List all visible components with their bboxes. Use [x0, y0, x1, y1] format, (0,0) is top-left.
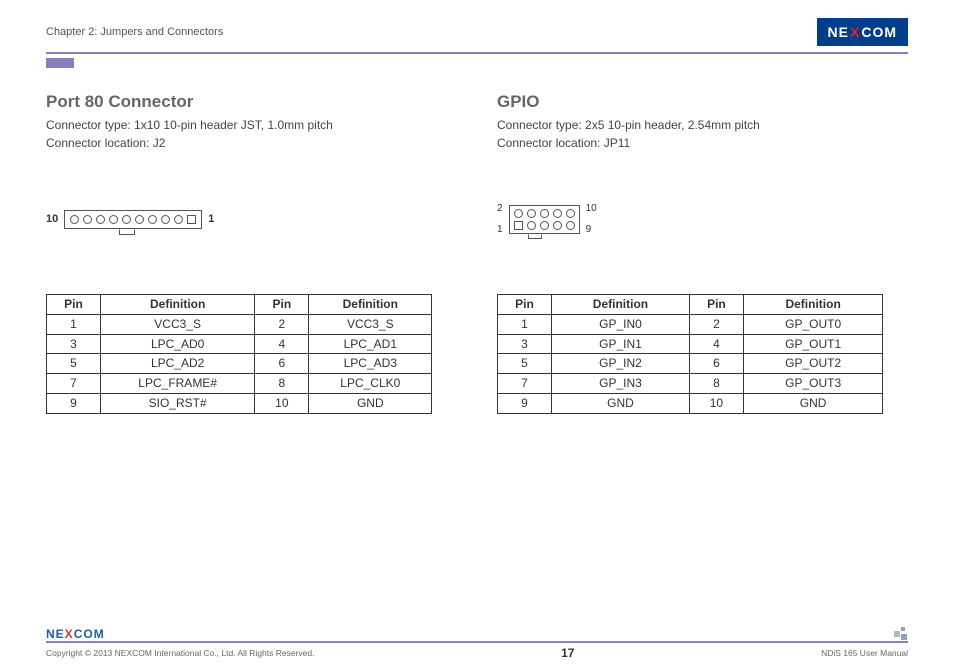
th: Pin	[498, 295, 552, 315]
table-cell: 5	[47, 354, 101, 374]
table-cell: 9	[498, 393, 552, 413]
table-row: 1VCC3_S2VCC3_S	[47, 314, 432, 334]
table-cell: GP_OUT0	[743, 314, 882, 334]
gpio-header-box	[509, 205, 580, 234]
table-cell: 2	[255, 314, 309, 334]
nexcom-logo: NEXCOM	[817, 18, 908, 46]
table-cell: GND	[309, 393, 432, 413]
table-cell: GP_IN0	[551, 314, 689, 334]
table-cell: 6	[255, 354, 309, 374]
table-cell: LPC_AD1	[309, 334, 432, 354]
th: Pin	[47, 295, 101, 315]
table-cell: 1	[498, 314, 552, 334]
port80-title: Port 80 Connector	[46, 92, 457, 112]
port80-header-box	[64, 210, 202, 229]
th: Definition	[309, 295, 432, 315]
gpio-conn-type: Connector type: 2x5 10-pin header, 2.54m…	[497, 116, 908, 134]
table-row: 1GP_IN02GP_OUT0	[498, 314, 883, 334]
table-cell: 3	[498, 334, 552, 354]
th: Pin	[689, 295, 743, 315]
th: Definition	[100, 295, 254, 315]
port80-lbl-left: 10	[46, 213, 58, 225]
table-row: 7GP_IN38GP_OUT3	[498, 374, 883, 394]
th: Definition	[743, 295, 882, 315]
table-cell: GP_OUT1	[743, 334, 882, 354]
port80-diagram: 10 1	[46, 174, 457, 264]
manual-name: NDiS 165 User Manual	[821, 648, 908, 658]
table-row: 3LPC_AD04LPC_AD1	[47, 334, 432, 354]
table-cell: LPC_CLK0	[309, 374, 432, 394]
th: Definition	[551, 295, 689, 315]
table-cell: LPC_AD0	[100, 334, 254, 354]
footer-logo: NEXCOM	[46, 627, 105, 641]
table-row: 3GP_IN14GP_OUT1	[498, 334, 883, 354]
table-cell: GND	[743, 393, 882, 413]
gpio-right-labels: 10 9	[586, 203, 597, 235]
table-cell: 9	[47, 393, 101, 413]
port80-table: Pin Definition Pin Definition 1VCC3_S2VC…	[46, 294, 432, 414]
port80-conn-type: Connector type: 1x10 10-pin header JST, …	[46, 116, 457, 134]
logo-x: X	[850, 25, 860, 39]
logo-post: COM	[861, 25, 897, 39]
table-cell: 10	[689, 393, 743, 413]
col-port80: Port 80 Connector Connector type: 1x10 1…	[46, 92, 457, 414]
chapter-title: Chapter 2: Jumpers and Connectors	[46, 26, 223, 38]
port80-tbody: 1VCC3_S2VCC3_S3LPC_AD04LPC_AD15LPC_AD26L…	[47, 314, 432, 413]
copyright: Copyright © 2013 NEXCOM International Co…	[46, 648, 314, 658]
col-gpio: GPIO Connector type: 2x5 10-pin header, …	[497, 92, 908, 414]
th: Pin	[255, 295, 309, 315]
table-row: 5LPC_AD26LPC_AD3	[47, 354, 432, 374]
table-cell: 7	[498, 374, 552, 394]
table-cell: GP_OUT3	[743, 374, 882, 394]
table-row: 5GP_IN26GP_OUT2	[498, 354, 883, 374]
logo-pre: NE	[828, 25, 849, 39]
table-cell: LPC_AD2	[100, 354, 254, 374]
table-cell: SIO_RST#	[100, 393, 254, 413]
table-cell: GP_OUT2	[743, 354, 882, 374]
table-cell: VCC3_S	[309, 314, 432, 334]
table-cell: 3	[47, 334, 101, 354]
gpio-table: Pin Definition Pin Definition 1GP_IN02GP…	[497, 294, 883, 414]
table-cell: GP_IN1	[551, 334, 689, 354]
gpio-tbody: 1GP_IN02GP_OUT03GP_IN14GP_OUT15GP_IN26GP…	[498, 314, 883, 413]
accent-box	[46, 58, 74, 68]
table-cell: 7	[47, 374, 101, 394]
corner-icon	[894, 627, 908, 641]
page-footer: NEXCOM Copyright © 2013 NEXCOM Internati…	[46, 627, 908, 660]
table-row: 9SIO_RST#10GND	[47, 393, 432, 413]
table-cell: 10	[255, 393, 309, 413]
gpio-title: GPIO	[497, 92, 908, 112]
header-rule	[46, 52, 908, 54]
table-cell: 5	[498, 354, 552, 374]
table-row: 7LPC_FRAME#8LPC_CLK0	[47, 374, 432, 394]
table-cell: LPC_AD3	[309, 354, 432, 374]
table-cell: 8	[255, 374, 309, 394]
table-cell: 2	[689, 314, 743, 334]
port80-lbl-right: 1	[208, 213, 214, 225]
gpio-left-labels: 2 1	[497, 203, 503, 235]
table-cell: VCC3_S	[100, 314, 254, 334]
table-cell: GP_IN2	[551, 354, 689, 374]
table-cell: 8	[689, 374, 743, 394]
gpio-conn-loc: Connector location: JP11	[497, 134, 908, 152]
table-cell: 4	[255, 334, 309, 354]
table-cell: GND	[551, 393, 689, 413]
content-columns: Port 80 Connector Connector type: 1x10 1…	[46, 92, 908, 414]
table-cell: 1	[47, 314, 101, 334]
table-cell: GP_IN3	[551, 374, 689, 394]
port80-conn-loc: Connector location: J2	[46, 134, 457, 152]
gpio-diagram: 2 1 10 9	[497, 174, 908, 264]
page-number: 17	[561, 646, 574, 660]
table-cell: 4	[689, 334, 743, 354]
page-header: Chapter 2: Jumpers and Connectors NEXCOM	[46, 18, 908, 46]
table-cell: LPC_FRAME#	[100, 374, 254, 394]
table-cell: 6	[689, 354, 743, 374]
table-row: 9GND10GND	[498, 393, 883, 413]
